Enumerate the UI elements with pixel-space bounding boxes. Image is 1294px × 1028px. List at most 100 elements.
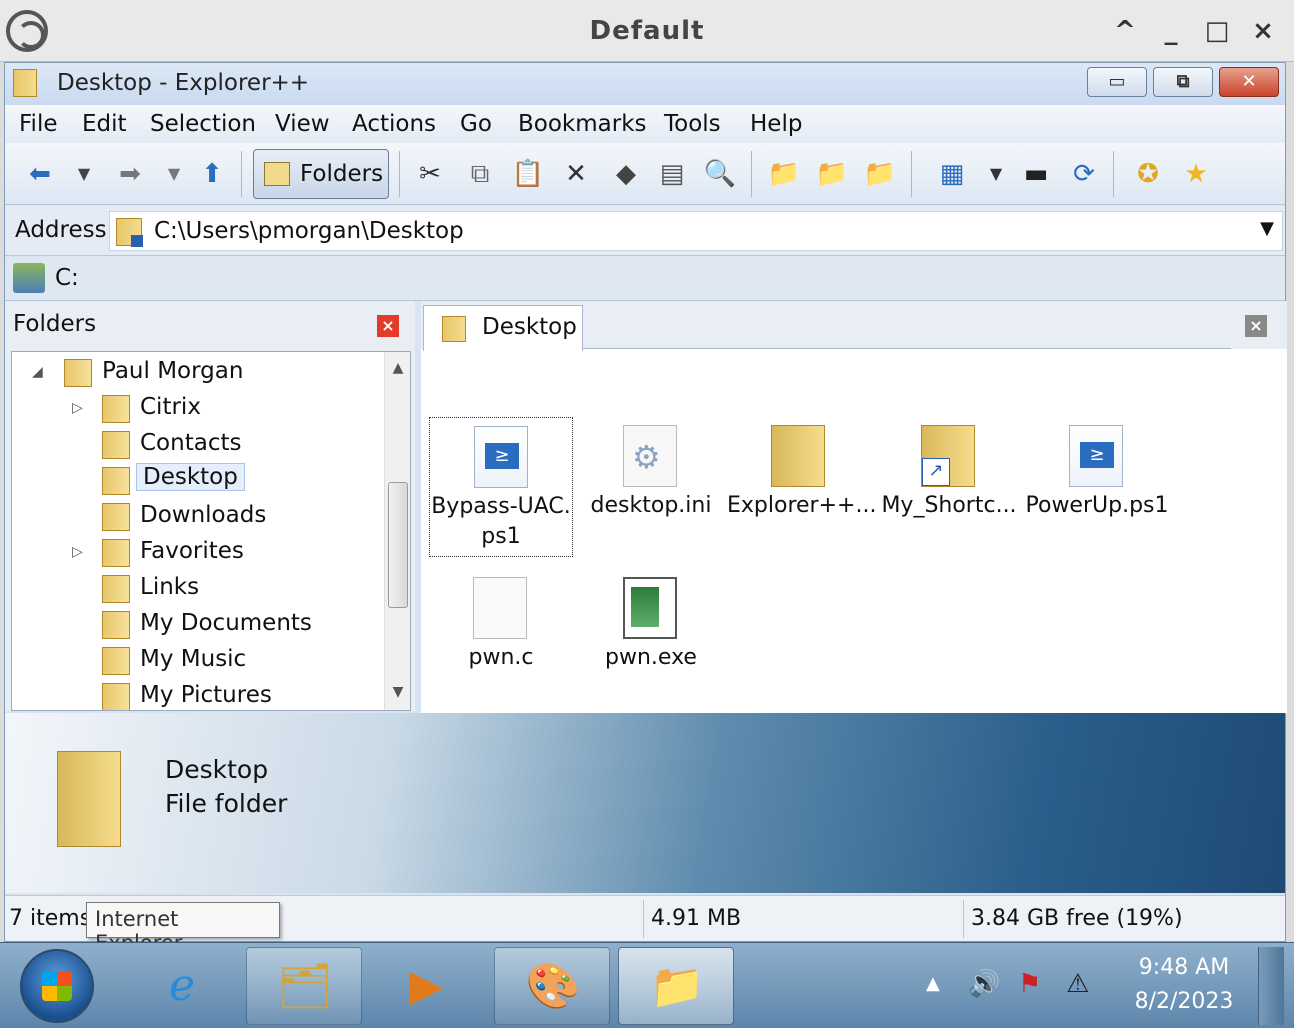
list-icon[interactable]: ▤ bbox=[655, 157, 689, 191]
tab-label: Desktop bbox=[482, 314, 577, 340]
documents-folder-icon bbox=[102, 611, 130, 639]
outer-title-bar: Default ^ _ □ × bbox=[0, 0, 1294, 62]
back-arrow-icon[interactable]: ⬅ bbox=[23, 157, 57, 191]
copy-icon[interactable]: ⧉ bbox=[463, 157, 497, 191]
menu-file[interactable]: File bbox=[19, 111, 58, 137]
add-bookmark-icon[interactable]: ✪ bbox=[1131, 157, 1165, 191]
action-center-flag-icon[interactable]: ⚑ bbox=[1018, 969, 1041, 999]
taskbar-paint[interactable]: 🎨 bbox=[494, 947, 610, 1025]
scroll-down-icon[interactable]: ▼ bbox=[385, 684, 410, 700]
powershell-script-icon bbox=[1069, 425, 1123, 487]
close-tab-button[interactable]: × bbox=[1245, 315, 1267, 337]
drive-c-button[interactable]: C: bbox=[55, 265, 79, 291]
outer-maximize-button[interactable]: □ bbox=[1200, 14, 1234, 48]
paste-icon[interactable]: 📋 bbox=[511, 157, 545, 191]
tree-scrollbar[interactable]: ▲ ▼ bbox=[384, 352, 410, 710]
search-folder-icon[interactable]: 🔍 bbox=[703, 157, 737, 191]
file-item[interactable]: PowerUp.ps1 bbox=[1025, 417, 1169, 557]
volume-icon[interactable]: 🔊 bbox=[968, 969, 1000, 999]
folder-icon bbox=[57, 751, 121, 847]
folders-panel-close-button[interactable]: × bbox=[377, 315, 399, 337]
menu-bookmarks[interactable]: Bookmarks bbox=[518, 111, 647, 137]
collapse-button[interactable]: ^ bbox=[1108, 14, 1142, 48]
tooltip: Internet Explorer bbox=[86, 902, 280, 955]
file-name: pwn.exe bbox=[605, 645, 697, 670]
clock-date: 8/2/2023 bbox=[1134, 989, 1234, 1014]
copy-to-icon[interactable]: 📁 bbox=[815, 157, 849, 191]
folders-toggle-button[interactable]: Folders bbox=[253, 149, 389, 199]
menu-actions[interactable]: Actions bbox=[352, 111, 436, 137]
powershell-script-icon bbox=[474, 426, 528, 488]
tree-item-label: Contacts bbox=[140, 430, 242, 456]
folder-icon bbox=[102, 395, 130, 423]
tree-item-label: Favorites bbox=[140, 538, 244, 564]
expand-expander-icon[interactable]: ▷ bbox=[72, 544, 83, 560]
views-icon[interactable]: ▦ bbox=[935, 157, 969, 191]
file-item[interactable]: desktop.ini bbox=[579, 417, 723, 557]
menu-go[interactable]: Go bbox=[460, 111, 492, 137]
folder-tree[interactable]: ◢ Paul Morgan ▷ Citrix Contacts Desktop … bbox=[11, 351, 411, 711]
taskbar-media-player[interactable]: ▶ bbox=[368, 947, 484, 1025]
taskbar-file-explorer[interactable]: 🗂 bbox=[246, 947, 362, 1025]
file-item[interactable]: Bypass-UAC. ps1 bbox=[429, 417, 573, 557]
system-clock[interactable]: 9:48 AM 8/2/2023 bbox=[1124, 951, 1244, 1019]
views-dropdown-icon[interactable]: ▼ bbox=[979, 157, 1013, 191]
collapse-expander-icon[interactable]: ◢ bbox=[32, 364, 43, 380]
executable-icon bbox=[623, 577, 677, 639]
show-hidden-icons-icon[interactable]: ▲ bbox=[926, 973, 940, 994]
show-desktop-button[interactable] bbox=[1258, 947, 1284, 1025]
outer-minimize-button[interactable]: _ bbox=[1154, 14, 1188, 48]
menu-tools[interactable]: Tools bbox=[664, 111, 721, 137]
file-list-pane[interactable]: Desktop × Bypass-UAC. ps1 desktop.ini Ex… bbox=[421, 301, 1287, 713]
outer-close-button[interactable]: × bbox=[1246, 14, 1280, 48]
start-button[interactable] bbox=[20, 949, 94, 1023]
address-dropdown-icon[interactable]: ▼ bbox=[1260, 218, 1274, 239]
scrollbar-thumb[interactable] bbox=[388, 482, 408, 608]
menu-bar: File Edit Selection View Actions Go Book… bbox=[5, 105, 1285, 143]
favorites-folder-icon bbox=[102, 539, 130, 567]
desktop-folder-icon bbox=[116, 218, 143, 247]
address-label: Address bbox=[15, 217, 107, 243]
refresh-icon[interactable]: ⟳ bbox=[1067, 157, 1101, 191]
scroll-up-icon[interactable]: ▲ bbox=[385, 360, 410, 376]
new-folder-icon[interactable]: 📁 bbox=[767, 157, 801, 191]
up-arrow-icon[interactable]: ⬆ bbox=[195, 157, 229, 191]
menu-help[interactable]: Help bbox=[750, 111, 802, 137]
clock-time: 9:48 AM bbox=[1138, 955, 1230, 980]
command-prompt-icon[interactable]: ▬ bbox=[1019, 157, 1053, 191]
back-dropdown-icon[interactable]: ▼ bbox=[67, 157, 101, 191]
menu-edit[interactable]: Edit bbox=[82, 111, 127, 137]
cut-icon[interactable]: ✂ bbox=[413, 157, 447, 191]
delete-icon[interactable]: ✕ bbox=[559, 157, 593, 191]
taskbar-internet-explorer[interactable]: e bbox=[124, 947, 240, 1025]
move-to-icon[interactable]: 📁 bbox=[863, 157, 897, 191]
file-item[interactable]: Explorer++... bbox=[727, 417, 876, 557]
address-value[interactable]: C:\Users\pmorgan\Desktop bbox=[154, 218, 464, 244]
tree-item-label: Paul Morgan bbox=[102, 358, 244, 384]
file-explorer-icon: 🗂 bbox=[277, 961, 333, 1012]
minimize-button[interactable]: ▭ bbox=[1087, 67, 1147, 97]
close-button[interactable]: ✕ bbox=[1219, 67, 1279, 97]
taskbar-explorer-plus-plus[interactable]: 📁 bbox=[618, 947, 734, 1025]
bookmarks-icon[interactable]: ★ bbox=[1179, 157, 1213, 191]
file-item[interactable]: pwn.c bbox=[429, 569, 573, 709]
properties-icon[interactable]: ◆ bbox=[609, 157, 643, 191]
menu-view[interactable]: View bbox=[275, 111, 330, 137]
drive-icon[interactable] bbox=[13, 263, 45, 293]
network-warning-icon[interactable]: ⚠ bbox=[1066, 969, 1089, 999]
outer-window-title: Default bbox=[589, 16, 705, 46]
toolbar-separator bbox=[751, 151, 752, 197]
expand-expander-icon[interactable]: ▷ bbox=[72, 400, 83, 416]
address-input[interactable]: C:\Users\pmorgan\Desktop ▼ bbox=[109, 211, 1283, 251]
restore-button[interactable]: ⧉ bbox=[1153, 67, 1213, 97]
forward-arrow-icon[interactable]: ➡ bbox=[113, 157, 147, 191]
file-name: My_Shortc... bbox=[881, 493, 1017, 518]
tab-desktop[interactable]: Desktop bbox=[423, 305, 583, 351]
forward-dropdown-icon[interactable]: ▼ bbox=[157, 157, 191, 191]
tree-item-label: Desktop bbox=[136, 463, 245, 491]
file-item[interactable]: pwn.exe bbox=[579, 569, 723, 709]
status-divider bbox=[643, 900, 644, 938]
file-item[interactable]: My_Shortc... bbox=[877, 417, 1021, 557]
toolbar-separator bbox=[1113, 151, 1114, 197]
menu-selection[interactable]: Selection bbox=[150, 111, 256, 137]
